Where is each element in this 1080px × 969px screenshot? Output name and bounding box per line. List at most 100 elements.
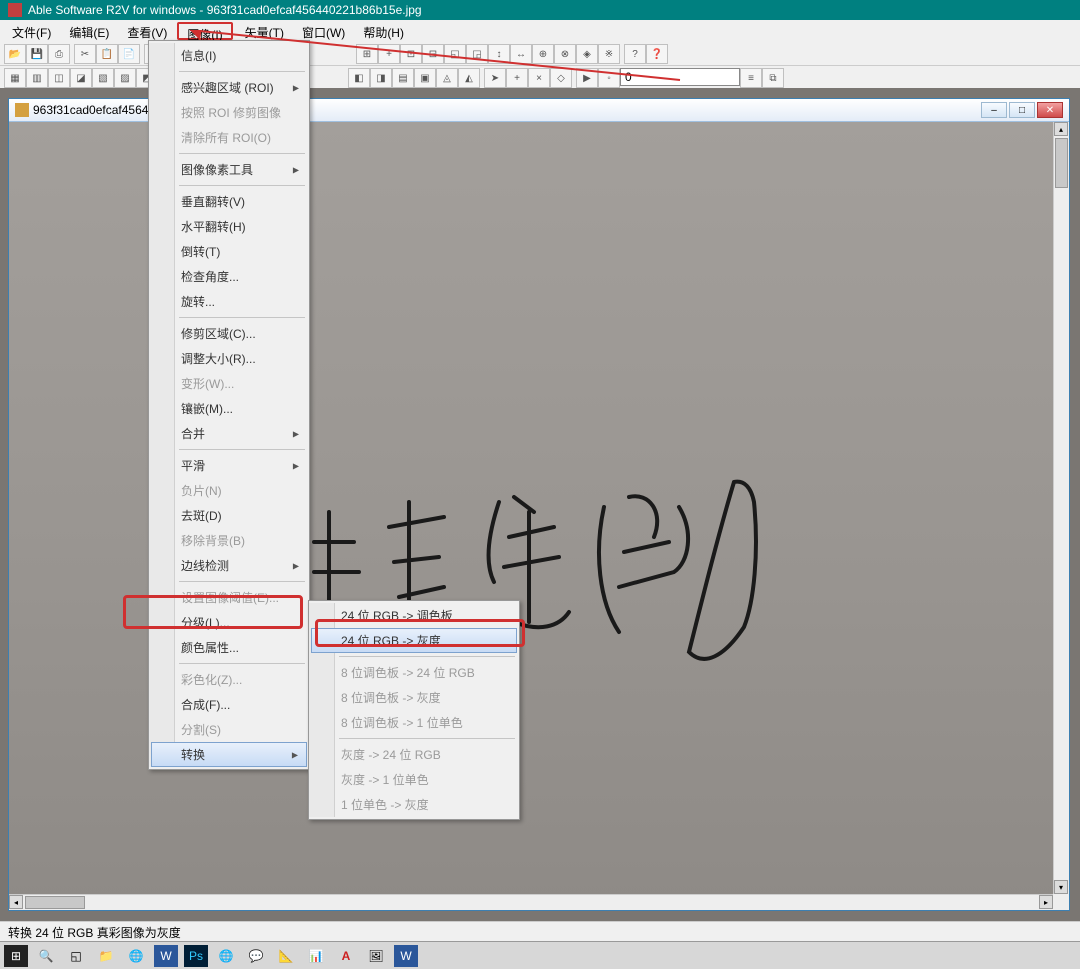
- tool-copy[interactable]: 📋: [96, 44, 118, 64]
- tool-a11[interactable]: ◈: [576, 44, 598, 64]
- menu-item-31[interactable]: 合成(F)...: [151, 692, 307, 717]
- taskbar-app5[interactable]: 📐: [274, 945, 298, 967]
- tool-b5[interactable]: ▧: [92, 68, 114, 88]
- tool-a5[interactable]: ◱: [444, 44, 466, 64]
- tool-a2[interactable]: +: [378, 44, 400, 64]
- tool-f1[interactable]: ≡: [740, 68, 762, 88]
- menu-item-2[interactable]: 感兴趣区域 (ROI): [151, 75, 307, 100]
- taskbar-r2v[interactable]: 🖼: [364, 945, 388, 967]
- tool-a7[interactable]: ↕: [488, 44, 510, 64]
- submenu-item-1[interactable]: 24 位 RGB -> 灰度: [311, 628, 517, 653]
- tool-cursor[interactable]: ▶: [576, 68, 598, 88]
- start-button[interactable]: ⊞: [4, 945, 28, 967]
- menu-item-6[interactable]: 图像像素工具: [151, 157, 307, 182]
- tool-c5[interactable]: ◬: [436, 68, 458, 88]
- taskbar-app3[interactable]: 🌐: [214, 945, 238, 967]
- menu-window[interactable]: 窗口(W): [294, 22, 353, 40]
- menu-item-10[interactable]: 倒转(T): [151, 239, 307, 264]
- taskbar-search[interactable]: 🔍: [34, 945, 58, 967]
- doc-close-button[interactable]: ✕: [1037, 102, 1063, 118]
- menu-item-11[interactable]: 检查角度...: [151, 264, 307, 289]
- horizontal-scrollbar[interactable]: ◂ ▸: [9, 894, 1053, 910]
- toolbar-value-input[interactable]: [620, 68, 740, 86]
- menu-item-8[interactable]: 垂直翻转(V): [151, 189, 307, 214]
- taskbar-word[interactable]: W: [394, 945, 418, 967]
- tool-d3[interactable]: ◇: [550, 68, 572, 88]
- menu-item-0[interactable]: 信息(I): [151, 43, 307, 68]
- tool-c1[interactable]: ◧: [348, 68, 370, 88]
- tool-a12[interactable]: ※: [598, 44, 620, 64]
- menu-item-20[interactable]: 平滑: [151, 453, 307, 478]
- taskbar-app7[interactable]: A: [334, 945, 358, 967]
- taskbar-app4[interactable]: 💬: [244, 945, 268, 967]
- menu-item-26: 设置图像阈值(E)...: [151, 585, 307, 610]
- tool-d2[interactable]: ×: [528, 68, 550, 88]
- tool-help[interactable]: ?: [624, 44, 646, 64]
- menu-separator: [179, 317, 305, 318]
- menu-item-18[interactable]: 合并: [151, 421, 307, 446]
- tool-b4[interactable]: ◪: [70, 68, 92, 88]
- status-bar: 转换 24 位 RGB 真彩图像为灰度: [0, 921, 1080, 941]
- menu-item-9[interactable]: 水平翻转(H): [151, 214, 307, 239]
- taskbar-app2[interactable]: Ps: [184, 945, 208, 967]
- tool-a3[interactable]: ⊡: [400, 44, 422, 64]
- menu-help[interactable]: 帮助(H): [355, 22, 412, 40]
- taskbar-app1[interactable]: W: [154, 945, 178, 967]
- tool-b2[interactable]: ▥: [26, 68, 48, 88]
- tool-save[interactable]: 💾: [26, 44, 48, 64]
- menu-vector[interactable]: 矢量(T): [237, 22, 292, 40]
- tool-a6[interactable]: ◲: [466, 44, 488, 64]
- scroll-left-button[interactable]: ◂: [9, 895, 23, 909]
- menu-item-28[interactable]: 颜色属性...: [151, 635, 307, 660]
- tool-a4[interactable]: ⊟: [422, 44, 444, 64]
- tool-paste[interactable]: 📄: [118, 44, 140, 64]
- taskbar-taskview[interactable]: ◱: [64, 945, 88, 967]
- taskbar-explorer[interactable]: 📁: [94, 945, 118, 967]
- scroll-right-button[interactable]: ▸: [1039, 895, 1053, 909]
- tool-a10[interactable]: ⊗: [554, 44, 576, 64]
- tool-print[interactable]: ⎙: [48, 44, 70, 64]
- vertical-scroll-thumb[interactable]: [1055, 138, 1068, 188]
- menu-file[interactable]: 文件(F): [4, 22, 59, 40]
- menu-item-27[interactable]: 分级(L)...: [151, 610, 307, 635]
- tool-c4[interactable]: ▣: [414, 68, 436, 88]
- tool-e1[interactable]: ◦: [598, 68, 620, 88]
- tool-b6[interactable]: ▨: [114, 68, 136, 88]
- menu-item-22[interactable]: 去斑(D): [151, 503, 307, 528]
- menu-image[interactable]: 图像(I): [177, 22, 232, 40]
- horizontal-scroll-thumb[interactable]: [25, 896, 85, 909]
- menu-item-12[interactable]: 旋转...: [151, 289, 307, 314]
- tool-b3[interactable]: ◫: [48, 68, 70, 88]
- image-menu-dropdown: 信息(I)感兴趣区域 (ROI)按照 ROI 修剪图像清除所有 ROI(O)图像…: [148, 40, 310, 770]
- tool-cut[interactable]: ✂: [74, 44, 96, 64]
- taskbar-browser[interactable]: 🌐: [124, 945, 148, 967]
- tool-d1[interactable]: +: [506, 68, 528, 88]
- submenu-item-0[interactable]: 24 位 RGB -> 调色板: [311, 603, 517, 628]
- menu-item-15[interactable]: 调整大小(R)...: [151, 346, 307, 371]
- menu-view[interactable]: 查看(V): [119, 22, 175, 40]
- tool-a9[interactable]: ⊕: [532, 44, 554, 64]
- menu-item-24[interactable]: 边线检测: [151, 553, 307, 578]
- tool-pointer[interactable]: ➤: [484, 68, 506, 88]
- tool-c2[interactable]: ◨: [370, 68, 392, 88]
- vertical-scrollbar[interactable]: ▴ ▾: [1053, 122, 1069, 894]
- tool-b1[interactable]: ▦: [4, 68, 26, 88]
- tool-c6[interactable]: ◭: [458, 68, 480, 88]
- menu-edit[interactable]: 编辑(E): [61, 22, 117, 40]
- tool-context-help[interactable]: ❓: [646, 44, 668, 64]
- tool-f2[interactable]: ⧉: [762, 68, 784, 88]
- tool-a8[interactable]: ↔: [510, 44, 532, 64]
- scroll-up-button[interactable]: ▴: [1054, 122, 1068, 136]
- tool-open[interactable]: 📂: [4, 44, 26, 64]
- menu-item-33[interactable]: 转换: [151, 742, 307, 767]
- tool-c3[interactable]: ▤: [392, 68, 414, 88]
- doc-minimize-button[interactable]: –: [981, 102, 1007, 118]
- taskbar-app6[interactable]: 📊: [304, 945, 328, 967]
- menu-item-14[interactable]: 修剪区域(C)...: [151, 321, 307, 346]
- taskbar: ⊞ 🔍 ◱ 📁 🌐 W Ps 🌐 💬 📐 📊 A 🖼 W: [0, 941, 1080, 969]
- menu-item-17[interactable]: 镶嵌(M)...: [151, 396, 307, 421]
- tool-a1[interactable]: ⊞: [356, 44, 378, 64]
- scroll-down-button[interactable]: ▾: [1054, 880, 1068, 894]
- submenu-item-5: 8 位调色板 -> 1 位单色: [311, 710, 517, 735]
- doc-maximize-button[interactable]: □: [1009, 102, 1035, 118]
